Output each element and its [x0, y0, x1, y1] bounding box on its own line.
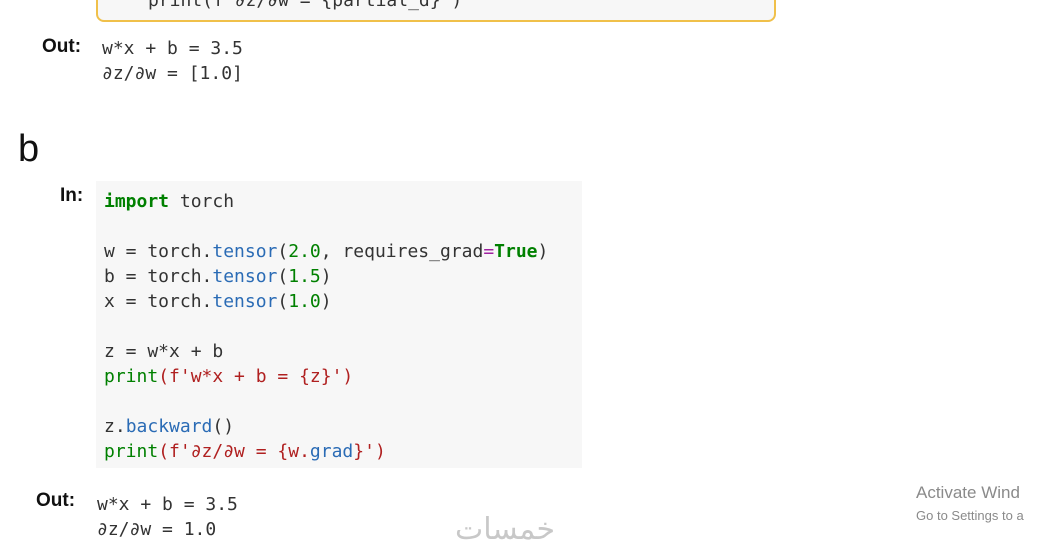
- arg-name: , requires_grad: [320, 241, 484, 262]
- func-tensor: tensor: [212, 266, 278, 287]
- assign-x: x = torch.: [104, 291, 213, 312]
- code-line-w: w = torch.tensor(2.0, requires_grad=True…: [104, 239, 548, 264]
- paren: ): [320, 266, 332, 287]
- paren: (): [212, 416, 235, 437]
- number: 2.0: [288, 241, 321, 262]
- activate-windows-notice: Activate Wind Go to Settings to a: [916, 482, 1038, 525]
- output-a: w*x + b = 3.5 ∂z/∂w = [1.0]: [102, 36, 243, 86]
- code-line-import: import torch: [104, 189, 548, 214]
- fstring: (f'w*x + b = {z}: [158, 366, 332, 387]
- output-label-b: Out:: [36, 490, 76, 511]
- paren: (: [277, 241, 289, 262]
- paren: (: [277, 266, 289, 287]
- watermark-logo: خمسات: [455, 512, 556, 547]
- output-label-a: Out:: [42, 36, 82, 57]
- number: 1.5: [288, 266, 321, 287]
- func-print: print: [104, 441, 159, 462]
- code-line-z: z = w*x + b: [104, 341, 224, 362]
- output-line: w*x + b = 3.5: [102, 38, 243, 59]
- fstring: (f'∂z/∂w = {w.: [158, 441, 310, 462]
- code-cell-b[interactable]: import torch w = torch.tensor(2.0, requi…: [96, 181, 582, 468]
- code-line-x: x = torch.tensor(1.0): [104, 289, 548, 314]
- module-name: torch: [179, 191, 235, 212]
- attr-grad: grad: [309, 441, 354, 462]
- paren: ): [537, 241, 549, 262]
- code-line: print(f'∂z/∂w = {partial_d}'): [148, 0, 463, 11]
- fstring-end: }'): [353, 441, 386, 462]
- code-cell-a[interactable]: print(f'∂z/∂w = {partial_d}'): [96, 0, 776, 22]
- activate-title: Activate Wind: [916, 483, 1020, 502]
- operator: =: [483, 241, 495, 262]
- output-line: w*x + b = 3.5: [97, 494, 238, 515]
- fstring-end: '): [331, 366, 354, 387]
- output-line: ∂z/∂w = 1.0: [97, 519, 217, 540]
- keyword-import: import: [104, 191, 170, 212]
- code-line-print-grad: print(f'∂z/∂w = {w.grad}'): [104, 439, 548, 464]
- keyword-true: True: [494, 241, 538, 262]
- func-tensor: tensor: [212, 241, 278, 262]
- func-print: print: [104, 366, 159, 387]
- output-b: w*x + b = 3.5 ∂z/∂w = 1.0: [97, 492, 238, 542]
- activate-subtitle: Go to Settings to a: [916, 508, 1024, 523]
- paren: (: [277, 291, 289, 312]
- input-label-b: In:: [60, 185, 84, 206]
- assign-b: b = torch.: [104, 266, 213, 287]
- number: 1.0: [288, 291, 321, 312]
- paren: ): [320, 291, 332, 312]
- z-ref: z.: [104, 416, 126, 437]
- code-line-print-z: print(f'w*x + b = {z}'): [104, 364, 548, 389]
- func-backward: backward: [125, 416, 213, 437]
- func-tensor: tensor: [212, 291, 278, 312]
- output-line: ∂z/∂w = [1.0]: [102, 63, 243, 84]
- assign-w: w = torch.: [104, 241, 213, 262]
- code-line-b: b = torch.tensor(1.5): [104, 264, 548, 289]
- code-line-backward: z.backward(): [104, 414, 548, 439]
- section-label-b: b: [18, 128, 40, 170]
